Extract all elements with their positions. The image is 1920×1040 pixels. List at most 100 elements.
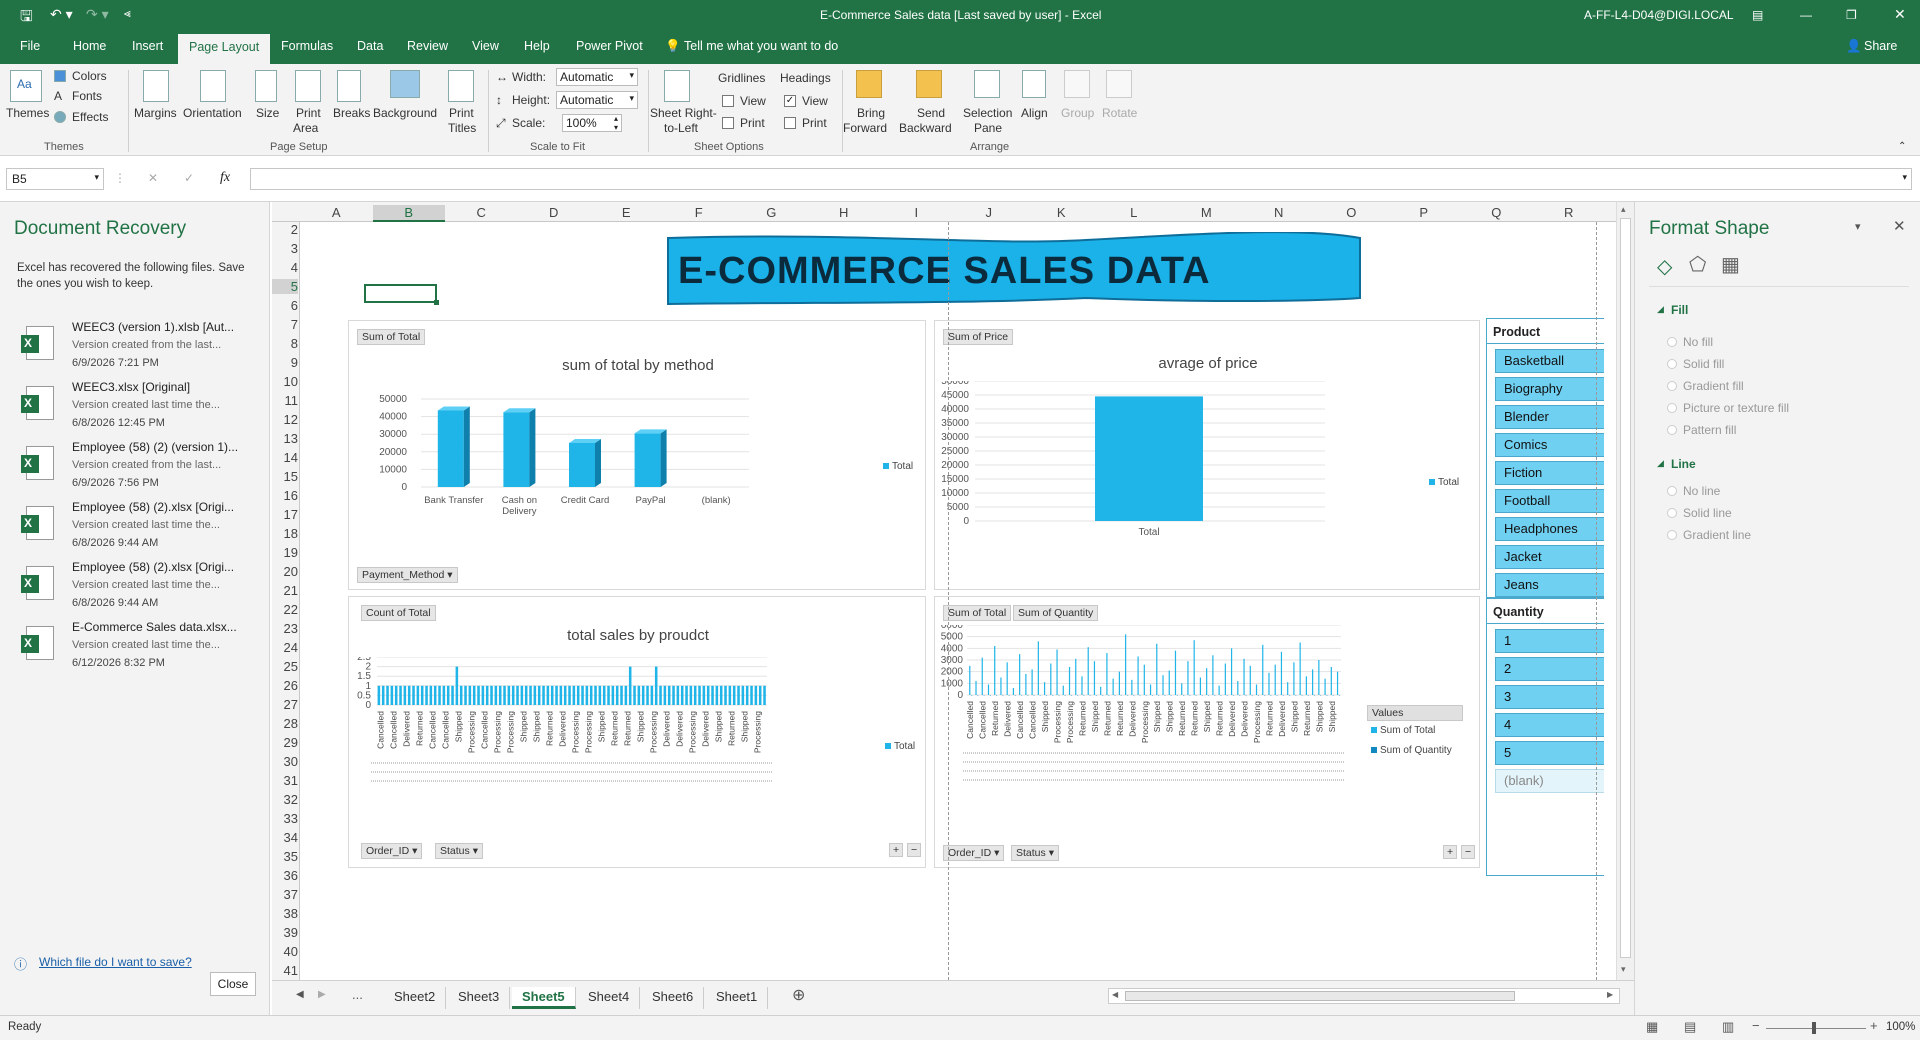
bar[interactable] [416,685,420,705]
bar[interactable] [1089,694,1091,696]
bar[interactable] [1039,694,1041,696]
row-header[interactable]: 33 [272,811,298,826]
undo-icon[interactable]: ↶ ▾ [50,6,73,23]
bar[interactable] [1239,694,1241,696]
bar[interactable] [672,685,675,705]
bar[interactable] [1262,644,1264,695]
bar[interactable] [1100,686,1102,695]
bar[interactable] [1226,694,1228,696]
bar[interactable] [377,685,381,705]
bar[interactable] [1270,694,1272,696]
count-of-total-field-button[interactable]: Count of Total [361,605,436,621]
bar[interactable] [1224,663,1226,696]
bar[interactable] [719,685,723,705]
effects-icon[interactable]: ⬠ [1689,252,1706,277]
expand-field-button[interactable]: + [1443,845,1458,859]
bar[interactable] [516,685,519,705]
column-header[interactable]: K [1025,205,1098,220]
bar[interactable] [1052,694,1054,696]
bar[interactable] [1295,694,1297,696]
row-header[interactable]: 38 [272,906,298,921]
slicer-item-quantity[interactable]: (blank) [1495,769,1604,793]
bar[interactable] [576,685,580,705]
bar[interactable] [481,685,485,705]
bar[interactable] [1114,694,1116,696]
bar[interactable] [1014,694,1016,696]
bar[interactable] [1137,656,1139,696]
bar[interactable] [1118,671,1120,695]
send-backward-button[interactable]: Send [917,106,945,120]
bar[interactable] [1077,694,1079,696]
tab-page-layout[interactable]: Page Layout [178,34,271,64]
scale-input[interactable]: 100% ▴ ▾ [562,114,622,132]
orientation-button[interactable]: Orientation [183,106,242,120]
row-header[interactable]: 17 [272,507,298,522]
expand-field-button[interactable]: + [889,843,904,857]
zoom-slider-thumb[interactable] [1812,1022,1816,1034]
bar[interactable] [1050,663,1052,696]
fonts-button[interactable]: Fonts [72,89,102,103]
bar[interactable] [1212,655,1214,695]
bar[interactable] [659,685,662,705]
themes-button[interactable]: Themes [6,106,49,120]
row-header[interactable]: 22 [272,602,298,617]
expand-fill-icon[interactable]: ◢ [1657,304,1664,315]
bar[interactable] [442,685,446,705]
restore-icon[interactable]: ❐ [1846,8,1857,22]
column-header[interactable]: M [1170,205,1243,220]
size-button[interactable]: Size [256,106,279,120]
bar[interactable] [1075,658,1077,695]
row-header[interactable]: 7 [272,317,298,332]
bar[interactable] [754,685,758,705]
bar[interactable] [446,685,450,705]
scroll-down-icon[interactable]: ▾ [1621,964,1626,975]
slicer-item-quantity[interactable]: 3 [1495,685,1604,709]
line-option[interactable]: Solid line [1683,506,1732,520]
bar[interactable] [1214,694,1216,696]
bar[interactable] [1249,665,1251,695]
column-header[interactable]: H [808,205,881,220]
bar[interactable] [977,694,979,696]
close-icon[interactable]: ✕ [1894,6,1906,23]
bar[interactable] [433,685,437,705]
bar[interactable] [1287,682,1289,695]
line-radio[interactable] [1667,508,1677,518]
bar[interactable] [1058,694,1060,696]
slicer-item-product[interactable]: Basketball [1495,349,1604,373]
ribbon-display-icon[interactable]: ▤ [1752,8,1763,22]
gridlines-print-checkbox[interactable] [722,117,734,129]
rotate-button[interactable]: Rotate [1102,106,1137,120]
tab-view[interactable]: View [472,39,499,53]
bar[interactable] [1257,694,1259,696]
row-header[interactable]: 25 [272,659,298,674]
bar[interactable] [598,685,602,705]
slicer-item-quantity[interactable]: 2 [1495,657,1604,681]
sheet-tab[interactable]: Sheet6 [642,987,705,1009]
slicer-item-product[interactable]: Blender [1495,405,1604,429]
row-header[interactable]: 12 [272,412,298,427]
row-header[interactable]: 14 [272,450,298,465]
fill-radio[interactable] [1667,337,1677,347]
bar[interactable] [987,684,990,696]
headings-view-checkbox[interactable]: ✓ [784,95,796,107]
row-header[interactable]: 35 [272,849,298,864]
row-header[interactable]: 20 [272,564,298,579]
tab-data[interactable]: Data [357,39,383,53]
bar[interactable] [611,685,615,705]
row-header[interactable]: 41 [272,963,298,978]
bar[interactable] [485,685,489,705]
row-header[interactable]: 31 [272,773,298,788]
expand-formula-icon[interactable]: ▾ [1902,172,1907,183]
bar[interactable] [689,685,693,705]
bar[interactable] [994,646,996,695]
status-field-button[interactable]: Status ▾ [1011,845,1059,861]
background-button[interactable]: Background [373,106,437,120]
column-header[interactable]: G [735,205,808,220]
bar[interactable] [533,685,537,705]
bar[interactable] [1025,674,1027,695]
bar[interactable] [1245,694,1247,696]
bar[interactable] [1237,681,1239,695]
bar[interactable] [477,685,480,705]
selected-cell[interactable] [364,284,437,303]
cancel-icon[interactable]: ✕ [148,171,158,185]
